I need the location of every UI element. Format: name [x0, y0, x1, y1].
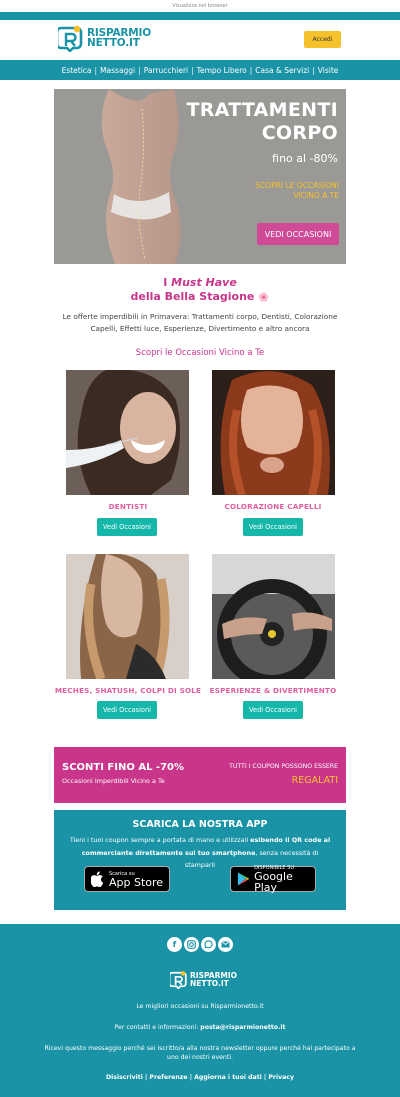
nav-separator: |	[191, 65, 194, 75]
promo-line-2: della Bella Stagione	[130, 290, 255, 303]
footer-logo-text: RISPARMIO NETTO.IT	[190, 972, 237, 987]
sconti-title: SCONTI FINO AL -70%	[62, 762, 185, 773]
card-title-esperienze: ESPERIENZE & DIVERTIMENTO	[209, 686, 337, 695]
sconti-subtitle: Occasioni Imperdibili Vicino a Te	[62, 777, 165, 785]
hero-title-line-2: CORPO	[261, 122, 338, 144]
nav-separator: |	[249, 65, 253, 75]
promo-emphasis: Must Have	[171, 276, 237, 289]
hero-subtitle: fino al -80%	[272, 152, 338, 165]
social-links: f	[0, 937, 400, 952]
email-icon[interactable]	[218, 937, 233, 952]
footer-logo-mark-icon	[170, 971, 187, 989]
logo-line-2: NETTO.IT	[87, 37, 140, 49]
promo-description: Le offerte imperdibili in Primavera: Tra…	[62, 312, 338, 333]
view-in-browser-link[interactable]: Visualizza nel browser	[0, 0, 400, 12]
dentist-photo	[66, 370, 189, 495]
card-button-meches[interactable]: Vedi Occasioni	[97, 701, 157, 719]
hero-occasions-text: SCOPRI LE OCCASIONI VICINO A TE	[255, 181, 339, 201]
nav-item-tempo-libero[interactable]: Tempo Libero	[197, 66, 247, 75]
sconti-banner[interactable]: SCONTI FINO AL -70% Occasioni Imperdibil…	[54, 747, 346, 803]
app-store-button[interactable]: Scarica su App Store	[84, 866, 170, 892]
footer-contact-email[interactable]: posta@risparmionetto.it	[200, 1024, 285, 1031]
privacy-link[interactable]: Privacy	[268, 1074, 294, 1081]
sconti-coupon-text: TUTTI I COUPON POSSONO ESSERE	[229, 763, 338, 770]
logo-text: RISPARMIO NETTO.IT	[87, 28, 151, 49]
app-download-section: SCARICA LA NOSTRA APP Tieni i tuoi coupo…	[54, 810, 346, 910]
facebook-icon[interactable]: f	[167, 937, 182, 952]
nav-item-visite[interactable]: Visite	[318, 66, 339, 75]
hero-occasions-line-2: VICINO A TE	[293, 191, 339, 200]
card-image-meches[interactable]	[66, 554, 189, 679]
promo-heading: I Must Have della Bella Stagione 🌸	[0, 276, 400, 305]
google-play-text: DISPONIBILE SU Google Play	[254, 865, 315, 893]
apple-icon	[91, 871, 104, 887]
red-hair-photo	[212, 370, 335, 495]
whatsapp-icon[interactable]	[201, 937, 216, 952]
card-image-colorazione[interactable]	[212, 370, 335, 495]
meches-hair-photo	[66, 554, 189, 679]
app-text-part-1: Tieni i tuoi coupon sempre a portata di …	[69, 836, 251, 844]
google-play-big: Google Play	[254, 870, 293, 894]
google-play-icon	[237, 872, 250, 886]
footer: f RISPARMIO NETTO.IT Le migliori occasio…	[0, 924, 400, 1097]
footer-links: Disiscriviti | Preferenze | Aggiorna i t…	[106, 1074, 294, 1081]
preferences-link[interactable]: Preferenze	[149, 1074, 187, 1081]
top-teal-strip	[0, 12, 400, 20]
card-button-esperienze[interactable]: Vedi Occasioni	[243, 701, 303, 719]
nav-separator: |	[94, 65, 98, 75]
footer-contact: Per contatti e informazioni: posta@rispa…	[0, 1023, 400, 1032]
footer-notice-line-1: Ricevi questo messaggio perché sei iscri…	[44, 1045, 356, 1052]
card-title-colorazione: COLORAZIONE CAPELLI	[224, 502, 322, 511]
footer-notice-line-2: uno dei nostri eventi.	[167, 1054, 233, 1061]
logo-mark-icon	[55, 24, 84, 53]
nav-separator: |	[312, 65, 315, 75]
card-button-colorazione[interactable]: Vedi Occasioni	[243, 518, 303, 536]
logo[interactable]: RISPARMIO NETTO.IT	[55, 24, 151, 53]
footer-logo[interactable]: RISPARMIO NETTO.IT	[170, 970, 237, 989]
card-image-dentisti[interactable]	[66, 370, 189, 495]
card-title-meches: MECHES, SHATUSH, COLPI DI SOLE	[54, 686, 202, 695]
footer-tagline: Le migliori occasioni su Risparmionetto.…	[136, 1003, 264, 1010]
nav-item-estetica[interactable]: Estetica	[62, 66, 92, 75]
unsubscribe-link[interactable]: Disiscriviti	[106, 1074, 143, 1081]
instagram-icon[interactable]	[184, 937, 199, 952]
promo-prefix: I	[163, 276, 172, 289]
update-data-link[interactable]: Aggiorna i tuoi dati	[194, 1074, 262, 1081]
footer-contact-prefix: Per contatti e informazioni:	[114, 1024, 201, 1031]
racing-car-photo	[212, 554, 335, 679]
hero-banner[interactable]: TRATTAMENTI CORPO fino al -80% SCOPRI LE…	[54, 89, 346, 264]
sconti-regalati-text: REGALATI	[291, 775, 338, 786]
nav-item-casa-servizi[interactable]: Casa & Servizi	[255, 66, 309, 75]
hero-title: TRATTAMENTI CORPO	[186, 99, 338, 145]
footer-logo-line-2: NETTO.IT	[190, 978, 229, 988]
card-title-dentisti: DENTISTI	[108, 502, 148, 511]
app-store-text: Scarica su App Store	[109, 871, 163, 888]
google-play-button[interactable]: DISPONIBILE SU Google Play	[230, 865, 316, 893]
nav-item-parrucchieri[interactable]: Parrucchieri	[144, 66, 188, 75]
category-nav: Estetica | Massaggi | Parrucchieri | Tem…	[0, 60, 400, 80]
hero-occasions-line-1: SCOPRI LE OCCASIONI	[255, 181, 339, 190]
scopri-heading: Scopri le Occasioni Vicino a Te	[135, 348, 265, 358]
flower-icon: 🌸	[258, 293, 270, 303]
card-image-esperienze[interactable]	[212, 554, 335, 679]
app-title: SCARICA LA NOSTRA APP	[132, 819, 268, 830]
nav-item-massaggi[interactable]: Massaggi	[100, 66, 135, 75]
hero-title-line-1: TRATTAMENTI	[186, 99, 338, 121]
login-button[interactable]: Accedi	[304, 31, 341, 48]
header: RISPARMIO NETTO.IT Accedi	[0, 20, 400, 60]
card-button-dentisti[interactable]: Vedi Occasioni	[97, 518, 157, 536]
app-store-big: App Store	[109, 875, 164, 889]
hero-cta-button[interactable]: VEDI OCCASIONI	[257, 223, 339, 245]
nav-separator: |	[138, 65, 141, 75]
